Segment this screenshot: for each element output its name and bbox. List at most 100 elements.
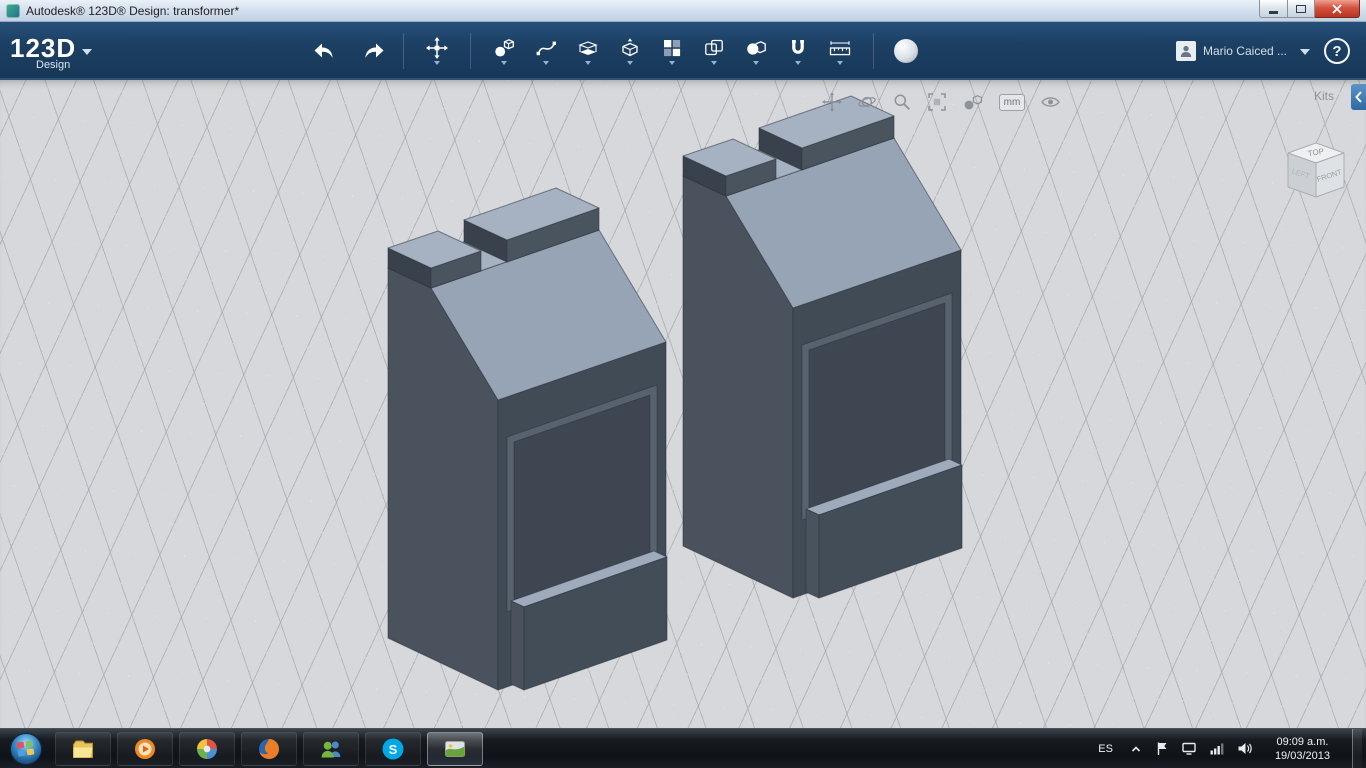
sketch-icon <box>536 41 557 56</box>
clock-date: 19/03/2013 <box>1274 749 1330 762</box>
kits-panel-label: Kits <box>1313 89 1334 103</box>
help-glyph: ? <box>1332 42 1342 60</box>
chevron-down-icon <box>753 61 760 65</box>
tray-expand-button[interactable] <box>1129 742 1143 756</box>
flag-icon <box>1157 742 1167 755</box>
skype-icon: S <box>382 738 404 759</box>
modify-tool-button[interactable] <box>609 37 651 65</box>
app-toolbar: 123D Design Mario Caiced ... ? <box>0 22 1366 80</box>
logo-design: Design <box>36 59 71 71</box>
grouping-icon <box>705 39 724 56</box>
windows-taskbar: S ES 09:09 a.m. 19/03/2013 <box>0 728 1366 768</box>
folder-icon <box>73 740 93 758</box>
model-left-leg[interactable] <box>387 187 668 691</box>
app-window-icon <box>6 3 20 18</box>
kits-panel-toggle[interactable] <box>1351 84 1366 110</box>
pan-button[interactable] <box>822 92 842 112</box>
measure-ruler-icon <box>830 41 851 56</box>
primitives-icon <box>495 39 515 57</box>
firefox-icon <box>259 738 279 759</box>
start-button[interactable] <box>0 729 52 768</box>
chevron-down-icon <box>82 49 93 55</box>
language-indicator[interactable]: ES <box>1094 741 1117 757</box>
view-cube[interactable]: TOP FRONT LEFT <box>1280 138 1352 206</box>
visibility-button[interactable] <box>1040 92 1061 112</box>
minimize-button[interactable] <box>1259 0 1288 18</box>
combine-icon <box>747 41 767 55</box>
chevron-down-icon <box>501 61 508 65</box>
user-avatar-icon <box>1175 41 1196 61</box>
sketch-tool-button[interactable] <box>525 37 567 65</box>
snap-magnet-icon <box>792 40 805 54</box>
zoom-button[interactable] <box>892 92 912 112</box>
taskbar-item-123d-design-active[interactable] <box>427 731 483 766</box>
redo-icon <box>365 43 384 58</box>
window-title: Autodesk® 123D® Design: transformer* <box>26 3 240 18</box>
chevron-down-icon <box>711 61 718 65</box>
display-settings-button[interactable] <box>1181 741 1197 756</box>
chevron-left-icon <box>1355 91 1362 103</box>
chevron-down-icon <box>1300 49 1310 55</box>
windows-orb-icon <box>10 732 42 765</box>
material-sphere-button[interactable] <box>894 39 919 63</box>
close-button[interactable] <box>1315 0 1360 18</box>
chevron-down-icon <box>585 61 592 65</box>
color-wheel-icon <box>197 738 217 759</box>
model-right-leg[interactable] <box>682 95 963 599</box>
taskbar-item-skype[interactable]: S <box>365 731 421 766</box>
action-center-button[interactable] <box>1155 741 1169 756</box>
transform-move-icon <box>426 37 449 59</box>
orbit-button[interactable] <box>857 92 877 112</box>
media-player-icon <box>135 738 155 759</box>
desktop: Autodesk® 123D® Design: transformer* 123… <box>0 0 1366 768</box>
chevron-down-icon <box>795 61 802 65</box>
network-bars-icon <box>1210 743 1224 755</box>
taskbar-item-messenger[interactable] <box>303 731 359 766</box>
speaker-icon <box>1238 743 1252 754</box>
chevron-up-icon <box>1131 745 1141 752</box>
window-titlebar[interactable]: Autodesk® 123D® Design: transformer* <box>0 0 1366 22</box>
user-name: Mario Caiced ... <box>1202 44 1287 58</box>
toolbar-separator <box>873 33 875 69</box>
123d-app-icon <box>445 740 465 757</box>
clock-time: 09:09 a.m. <box>1276 735 1329 748</box>
measure-tool-button[interactable] <box>819 37 861 65</box>
units-badge[interactable]: mm <box>999 93 1025 111</box>
minimize-icon <box>1269 11 1278 14</box>
undo-button[interactable] <box>307 36 341 66</box>
toolbar-separator <box>470 33 472 69</box>
chevron-down-icon <box>543 61 550 65</box>
modify-presspull-icon <box>622 38 638 57</box>
show-desktop-button[interactable] <box>1352 728 1362 768</box>
app-menu-button[interactable]: 123D Design <box>0 31 102 71</box>
combine-tool-button[interactable] <box>735 37 777 65</box>
skype-letter: S <box>389 741 398 756</box>
help-button[interactable]: ? <box>1324 38 1350 64</box>
snap-tool-button[interactable] <box>777 37 819 65</box>
taskbar-item-color-wheel-app[interactable] <box>179 731 235 766</box>
pattern-tool-button[interactable] <box>651 37 693 65</box>
user-menu[interactable]: Mario Caiced ... <box>1175 41 1310 61</box>
display-style-button[interactable] <box>962 92 984 112</box>
messenger-buddies-icon <box>321 741 341 757</box>
volume-button[interactable] <box>1237 741 1253 756</box>
primitives-tool-button[interactable] <box>483 37 525 65</box>
viewport-canvas[interactable] <box>0 80 1366 728</box>
network-button[interactable] <box>1209 741 1225 756</box>
system-tray: ES 09:09 a.m. 19/03/2013 <box>1094 728 1366 768</box>
taskbar-item-firefox[interactable] <box>241 731 297 766</box>
taskbar-item-media-player[interactable] <box>117 731 173 766</box>
grouping-tool-button[interactable] <box>693 37 735 65</box>
maximize-button[interactable] <box>1288 0 1315 18</box>
taskbar-item-explorer[interactable] <box>55 731 111 766</box>
transform-tool-button[interactable] <box>416 37 458 65</box>
chevron-down-icon <box>627 61 634 65</box>
redo-button[interactable] <box>357 36 391 66</box>
taskbar-clock[interactable]: 09:09 a.m. 19/03/2013 <box>1265 735 1340 763</box>
construct-tool-button[interactable] <box>567 37 609 65</box>
viewport-3d[interactable]: mm Kits TOP FRONT LEFT <box>0 80 1366 728</box>
fit-view-button[interactable] <box>927 92 947 112</box>
chevron-down-icon <box>669 61 676 65</box>
logo-123d: 123D <box>10 33 77 63</box>
chevron-down-icon <box>837 61 844 65</box>
